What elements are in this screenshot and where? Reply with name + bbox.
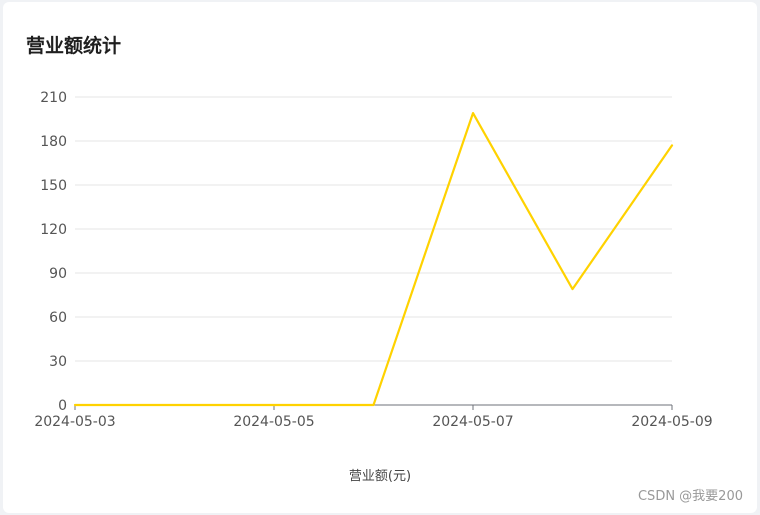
y-tick-label: 120 [40, 222, 67, 238]
y-tick-label: 180 [40, 134, 67, 150]
y-tick-label: 60 [49, 310, 67, 326]
chart-card: 营业额统计 0 30 60 90 120 150 180 210 2024-05-03 2024-… [3, 2, 757, 513]
grid-lines [75, 96, 672, 362]
y-tick-label: 150 [40, 178, 67, 194]
line-chart: 0 30 60 90 120 150 180 210 2024-05-03 2024-05-05 2… [34, 90, 712, 430]
y-tick-label: 0 [58, 398, 67, 414]
x-tick-label: 2024-05-07 [432, 414, 513, 430]
x-tick-label: 2024-05-03 [34, 414, 115, 430]
legend[interactable]: 营业额(元) [3, 468, 757, 486]
x-tick-label: 2024-05-09 [631, 414, 712, 430]
y-tick-label: 210 [40, 90, 67, 106]
x-tick-label: 2024-05-05 [233, 414, 314, 430]
watermark: CSDN @我要200 [637, 489, 743, 504]
y-tick-label: 30 [49, 354, 67, 370]
y-tick-label: 90 [49, 266, 67, 282]
legend-item-label[interactable]: 营业额(元) [349, 469, 411, 484]
series-layer [73, 111, 674, 407]
